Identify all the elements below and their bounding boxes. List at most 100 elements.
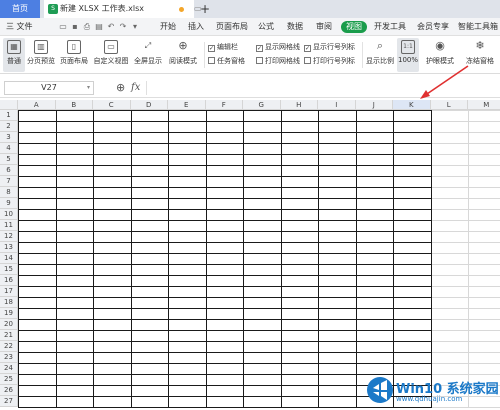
zoom-button[interactable]: ⌕ 显示比例 — [365, 38, 395, 72]
document-tab[interactable]: S 新建 XLSX 工作表.xlsx ▭ — [44, 0, 202, 18]
print-headings-checkbox[interactable]: 打印行号列标 — [304, 56, 355, 66]
zoom-100-button[interactable]: 1:1 100% — [397, 38, 419, 72]
row-header-26[interactable]: 26 — [0, 385, 18, 396]
gridline-light — [431, 143, 500, 144]
row-header-15[interactable]: 15 — [0, 264, 18, 275]
row-header-19[interactable]: 19 — [0, 308, 18, 319]
menu-review[interactable]: 审阅 — [316, 18, 332, 36]
full-screen-button[interactable]: ⤢ 全屏显示 — [132, 38, 164, 72]
column-header-c[interactable]: C — [93, 100, 131, 110]
zoom-magnifier-icon[interactable]: ⊕ — [116, 80, 125, 96]
row-header-3[interactable]: 3 — [0, 132, 18, 143]
freeze-icon: ❄ — [475, 39, 485, 52]
print-icon[interactable]: ⎙ — [82, 22, 92, 32]
menu-insert[interactable]: 插入 — [188, 18, 204, 36]
save-icon[interactable]: ▪ — [70, 22, 80, 32]
row-header-6[interactable]: 6 — [0, 165, 18, 176]
home-tab[interactable]: 首页 — [0, 0, 40, 18]
grid-horizontal-line — [18, 308, 432, 309]
row-header-10[interactable]: 10 — [0, 209, 18, 220]
undo-icon[interactable]: ↶ — [106, 22, 116, 32]
row-header-18[interactable]: 18 — [0, 297, 18, 308]
row-header-21[interactable]: 21 — [0, 330, 18, 341]
print-gridlines-checkbox[interactable]: 打印网格线 — [256, 56, 300, 66]
page-break-preview-button[interactable]: ▥ 分页预览 — [25, 38, 57, 72]
reading-mode-button[interactable]: ⊕ 阅读模式 — [165, 38, 201, 72]
page-layout-button[interactable]: ▯ 页面布局 — [58, 38, 90, 72]
checkbox-label: 显示网格线 — [265, 43, 300, 51]
grid-horizontal-line — [18, 363, 432, 364]
row-header-20[interactable]: 20 — [0, 319, 18, 330]
gridline-light — [431, 264, 500, 265]
task-pane-checkbox[interactable]: 任务窗格 — [208, 56, 245, 66]
row-header-14[interactable]: 14 — [0, 253, 18, 264]
row-header-7[interactable]: 7 — [0, 176, 18, 187]
menu-smart-tools[interactable]: 智能工具箱 — [458, 18, 498, 36]
menu-developer[interactable]: 开发工具 — [374, 18, 406, 36]
menu-page-layout[interactable]: 页面布局 — [216, 18, 248, 36]
column-header-h[interactable]: H — [280, 100, 318, 110]
eye-protection-button[interactable]: ◉ 护眼模式 — [424, 38, 456, 72]
column-header-j[interactable]: J — [355, 100, 393, 110]
formula-input[interactable] — [146, 81, 496, 95]
view-ribbon: ▦ 普通 ▥ 分页预览 ▯ 页面布局 ▭ 自定义视图 ⤢ 全屏显示 ⊕ 阅读模式… — [0, 36, 500, 74]
row-header-17[interactable]: 17 — [0, 286, 18, 297]
column-header-a[interactable]: A — [18, 100, 56, 110]
column-header-m[interactable]: M — [468, 100, 500, 110]
row-header-24[interactable]: 24 — [0, 363, 18, 374]
menu-start[interactable]: 开始 — [160, 18, 176, 36]
row-header-27[interactable]: 27 — [0, 396, 18, 407]
formula-bar-checkbox[interactable]: ✓ 编辑栏 — [208, 42, 238, 52]
row-header-8[interactable]: 8 — [0, 187, 18, 198]
column-header-d[interactable]: D — [130, 100, 168, 110]
row-header-4[interactable]: 4 — [0, 143, 18, 154]
row-header-13[interactable]: 13 — [0, 242, 18, 253]
freeze-panes-button[interactable]: ❄ 冻结窗格 — [462, 38, 498, 72]
gridline-light — [431, 319, 500, 320]
menu-data[interactable]: 数据 — [287, 18, 303, 36]
menu-formula[interactable]: 公式 — [258, 18, 274, 36]
column-header-e[interactable]: E — [168, 100, 206, 110]
chevron-down-icon[interactable]: ▾ — [87, 82, 90, 94]
custom-view-button[interactable]: ▭ 自定义视图 — [91, 38, 131, 72]
row-header-25[interactable]: 25 — [0, 374, 18, 385]
row-header-22[interactable]: 22 — [0, 341, 18, 352]
export-icon[interactable]: ▤ — [94, 22, 104, 32]
column-header-l[interactable]: L — [430, 100, 468, 110]
page-break-icon: ▥ — [34, 40, 48, 54]
column-header-i[interactable]: I — [318, 100, 356, 110]
row-header-12[interactable]: 12 — [0, 231, 18, 242]
show-headings-checkbox[interactable]: ✓ 显示行号列标 — [304, 42, 355, 52]
file-menu[interactable]: 三 文件 — [6, 18, 33, 36]
select-all-corner[interactable] — [0, 100, 18, 110]
name-box[interactable]: V27 ▾ — [4, 81, 94, 95]
grid-horizontal-line — [18, 407, 432, 408]
gridline-light — [431, 341, 500, 342]
new-tab-button[interactable]: + — [198, 0, 212, 18]
row-header-1[interactable]: 1 — [0, 110, 18, 121]
row-header-16[interactable]: 16 — [0, 275, 18, 286]
custom-view-label: 自定义视图 — [93, 57, 129, 65]
redo-icon[interactable]: ↷ — [118, 22, 128, 32]
row-header-5[interactable]: 5 — [0, 154, 18, 165]
column-header-g[interactable]: G — [243, 100, 281, 110]
zoom-label: 显示比例 — [366, 57, 394, 65]
row-header-23[interactable]: 23 — [0, 352, 18, 363]
row-header-9[interactable]: 9 — [0, 198, 18, 209]
column-header-f[interactable]: F — [205, 100, 243, 110]
normal-view-button[interactable]: ▦ 普通 — [3, 38, 25, 72]
cell-area[interactable] — [18, 110, 500, 408]
reading-mode-label: 阅读模式 — [169, 57, 197, 65]
show-gridlines-checkbox[interactable]: ✓ 显示网格线 — [256, 42, 300, 52]
fx-icon[interactable]: fx — [131, 80, 140, 96]
column-header-k[interactable]: K — [393, 100, 431, 110]
gridline-light — [431, 330, 500, 331]
folder-icon[interactable]: ▭ — [58, 22, 68, 32]
spreadsheet-grid[interactable]: ABCDEFGHIJKLM 1 2 3 4 5 6 7 8 9 10 11 12 13 14 15 16 17 1… — [0, 100, 500, 408]
menu-view[interactable]: 视图 — [341, 21, 367, 33]
row-header-11[interactable]: 11 — [0, 220, 18, 231]
column-header-b[interactable]: B — [55, 100, 93, 110]
menu-member[interactable]: 会员专享 — [417, 18, 449, 36]
row-header-2[interactable]: 2 — [0, 121, 18, 132]
more-dropdown-icon[interactable]: ▾ — [130, 22, 140, 32]
